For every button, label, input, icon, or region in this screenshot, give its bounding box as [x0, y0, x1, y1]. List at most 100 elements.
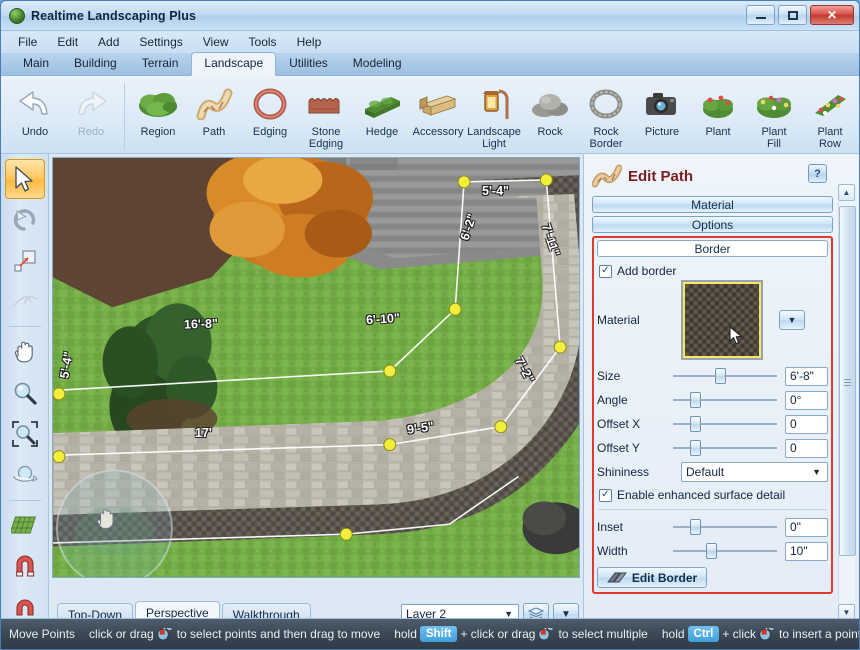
menu-item-settings[interactable]: Settings: [130, 33, 191, 51]
toolbar-button-label: Region: [140, 126, 176, 138]
tab-main[interactable]: Main: [11, 53, 61, 75]
toolbar-button-plant[interactable]: Plant: [690, 80, 746, 150]
orbit-tool[interactable]: [5, 455, 45, 495]
enhanced-detail-checkbox[interactable]: ✓: [599, 488, 612, 502]
key-badge-shift: Shift: [419, 626, 458, 642]
mouse-left-click-icon: [759, 628, 774, 641]
curve-tool[interactable]: [5, 281, 45, 321]
toolbar-button-label: Plant: [705, 126, 731, 138]
add-border-row[interactable]: ✓ Add border: [597, 260, 828, 280]
toolbar-button-redo[interactable]: Redo: [63, 80, 119, 139]
menu-item-add[interactable]: Add: [89, 33, 128, 51]
toolbar-button-landscape-light[interactable]: Landscape Light: [466, 80, 522, 150]
slider-knob[interactable]: [714, 368, 726, 384]
maximize-button[interactable]: [778, 5, 807, 25]
toolbar-button-region[interactable]: Region: [130, 80, 186, 150]
tab-terrain[interactable]: Terrain: [130, 53, 191, 75]
toolbar-button-undo[interactable]: Undo: [7, 80, 63, 139]
close-button[interactable]: ✕: [810, 5, 854, 25]
menu-item-edit[interactable]: Edit: [48, 33, 87, 51]
toolbar-button-plant-row[interactable]: Plant Row: [802, 80, 858, 150]
offset-x-value-field[interactable]: 0: [785, 414, 828, 434]
toolbar-button-hedge[interactable]: Hedge: [354, 80, 410, 150]
section-border-button[interactable]: Border: [597, 240, 828, 257]
shininess-select[interactable]: Default ▼: [681, 462, 828, 482]
zoom-tool[interactable]: [5, 373, 45, 413]
toolbar-button-picture[interactable]: Picture: [634, 80, 690, 150]
select-arrow-tool[interactable]: [4, 159, 45, 199]
toolbar-button-path[interactable]: Path: [186, 80, 242, 150]
offset-y-value-field[interactable]: 0: [785, 438, 828, 458]
menu-item-help[interactable]: Help: [288, 33, 331, 51]
help-button[interactable]: ?: [808, 164, 827, 183]
shininess-label: Shininess: [597, 465, 650, 479]
tab-building[interactable]: Building: [62, 53, 129, 75]
scrollbar-thumb[interactable]: [839, 206, 856, 556]
slider-knob[interactable]: [689, 519, 701, 535]
tab-modeling[interactable]: Modeling: [341, 53, 414, 75]
scale-tool[interactable]: [5, 241, 45, 281]
tab-landscape[interactable]: Landscape: [191, 52, 277, 76]
zoom-region-tool[interactable]: [5, 414, 45, 454]
slider-knob[interactable]: [706, 543, 718, 559]
scrollbar-grip: [844, 377, 851, 388]
menu-item-file[interactable]: File: [9, 33, 46, 51]
scrollbar-track[interactable]: [838, 202, 856, 603]
angle-value-field[interactable]: 0°: [785, 390, 828, 410]
grid-tool[interactable]: [5, 506, 45, 546]
magnet-snap-tool[interactable]: [5, 546, 45, 586]
status-text: click or drag: [89, 627, 154, 641]
plant-icon: [695, 84, 741, 124]
rotate-tool[interactable]: [5, 200, 45, 240]
mouse-left-click-icon: [154, 627, 177, 641]
width-value-field[interactable]: 10": [785, 541, 828, 561]
width-label: Width: [597, 544, 628, 558]
slider-knob[interactable]: [689, 440, 701, 456]
toolbar-button-stone-edging[interactable]: Stone Edging: [298, 80, 354, 150]
toolbar-button-plant-fill[interactable]: Plant Fill: [746, 80, 802, 150]
section-options-button[interactable]: Options: [592, 216, 833, 233]
inset-slider[interactable]: [673, 518, 777, 536]
size-value-field[interactable]: 6'-8": [785, 366, 828, 386]
chevron-down-icon: ▼: [787, 315, 797, 325]
minimize-button[interactable]: [746, 5, 775, 25]
edit-border-button[interactable]: Edit Border: [597, 567, 707, 588]
panel-scrollbar[interactable]: ▲ ▼: [838, 184, 856, 621]
toolbar-button-label: Stone Edging: [308, 126, 344, 150]
toolbar-button-edging[interactable]: Edging: [242, 80, 298, 150]
offset-y-slider[interactable]: [673, 439, 777, 457]
border-size-row: Size 6'-8": [597, 364, 828, 388]
scene-render: [53, 158, 579, 577]
offset-x-slider[interactable]: [673, 415, 777, 433]
border-material-swatch[interactable]: [683, 282, 761, 358]
hedge-icon: [359, 84, 405, 124]
panel-header: Edit Path ?: [584, 154, 859, 196]
inset-value-field[interactable]: 0": [785, 517, 828, 537]
add-border-checkbox[interactable]: ✓: [599, 264, 612, 278]
mouse-left-click-icon: [756, 627, 779, 641]
slider-track: [673, 399, 777, 401]
status-text: + click: [722, 627, 757, 641]
rock-icon: [527, 84, 573, 124]
toolbar-button-rock-border[interactable]: Rock Border: [578, 80, 634, 150]
accessory-bench-icon: [415, 84, 461, 124]
slider-knob[interactable]: [689, 416, 701, 432]
slider-knob[interactable]: [689, 392, 701, 408]
border-offset-x-row: Offset X 0: [597, 412, 828, 436]
material-dropdown-button[interactable]: ▼: [779, 310, 805, 330]
section-material-button[interactable]: Material: [592, 196, 833, 213]
menu-item-tools[interactable]: Tools: [240, 33, 286, 51]
enhanced-detail-row[interactable]: ✓ Enable enhanced surface detail: [597, 484, 828, 504]
3d-viewport[interactable]: 5'-4" 6'-2" 7'-11" 16'-8" 6'-10" 7'-2" 5'-4" 17…: [52, 157, 580, 578]
pan-hand-tool[interactable]: [5, 332, 45, 372]
menu-item-view[interactable]: View: [194, 33, 238, 51]
size-slider[interactable]: [673, 367, 777, 385]
width-slider[interactable]: [673, 542, 777, 560]
redo-arrow-icon: [68, 84, 114, 124]
angle-slider[interactable]: [673, 391, 777, 409]
toolbar-button-accessory[interactable]: Accessory: [410, 80, 466, 150]
scroll-up-button[interactable]: ▲: [838, 184, 855, 201]
toolbar-button-rock[interactable]: Rock: [522, 80, 578, 150]
tab-utilities[interactable]: Utilities: [277, 53, 340, 75]
status-text: + click or drag: [460, 627, 536, 641]
